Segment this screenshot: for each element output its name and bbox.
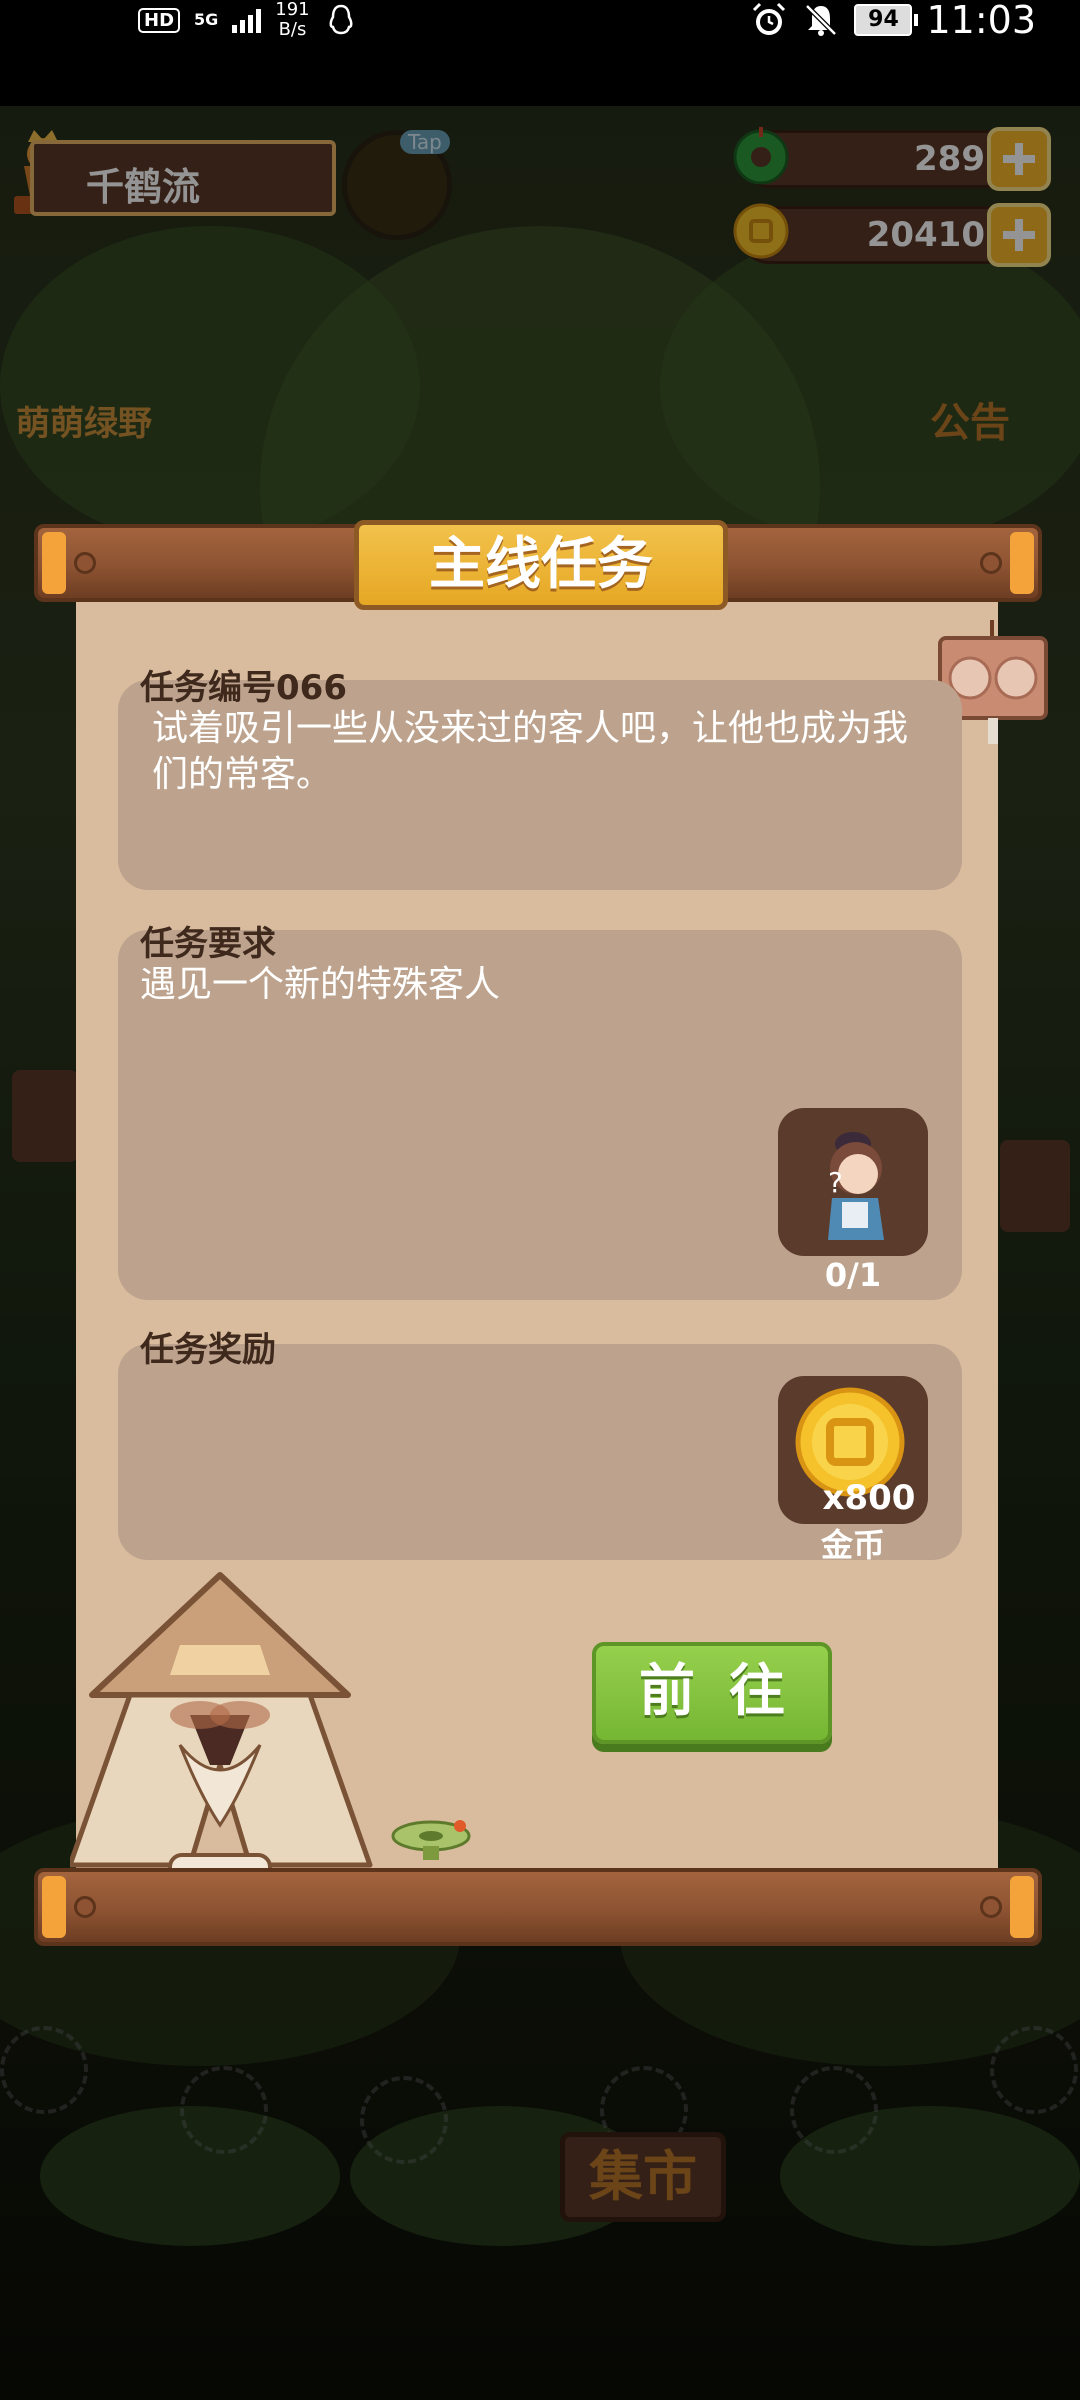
special-guest-icon: ? — [828, 1132, 884, 1240]
task-requirement-label: 任务要求 — [140, 924, 276, 964]
network-type: 5G — [194, 10, 219, 29]
dialog-bottom-plank — [34, 1868, 1042, 1946]
task-description-text: 试着吸引一些从没来过的客人吧，让他也成为我们的常客。 — [152, 708, 909, 795]
clock: 11:03 — [926, 0, 1036, 42]
dialog-title-banner: 主线任务 — [354, 520, 728, 610]
requirement-progress: 0/1 — [824, 1256, 882, 1294]
go-button-label: 前往 — [639, 1659, 819, 1724]
battery-icon: 94 — [854, 4, 919, 36]
signal-icon — [232, 7, 262, 33]
network-speed: 191 B/s — [275, 0, 310, 40]
mute-bell-icon — [805, 4, 838, 36]
go-button[interactable]: 前往 — [592, 1642, 832, 1744]
task-reward-label: 任务奖励 — [140, 1330, 276, 1370]
task-requirement-text: 遇见一个新的特殊客人 — [140, 964, 501, 1005]
dialog-title: 主线任务 — [429, 532, 653, 597]
hd-indicator: HD — [138, 7, 181, 33]
alarm-icon — [753, 2, 786, 35]
special-guest-slot[interactable]: ? — [778, 1108, 928, 1256]
task-number-label: 任务编号066 — [140, 668, 347, 708]
reward-amount: x800 — [822, 1478, 916, 1518]
jade-disc-icon — [391, 1820, 471, 1860]
question-mark-icon: ? — [828, 1166, 843, 1199]
status-bar: HD 5G 191 B/s 94 11:03 — [0, 0, 1080, 106]
qq-icon — [329, 4, 353, 35]
reward-name: 金币 — [820, 1526, 885, 1564]
